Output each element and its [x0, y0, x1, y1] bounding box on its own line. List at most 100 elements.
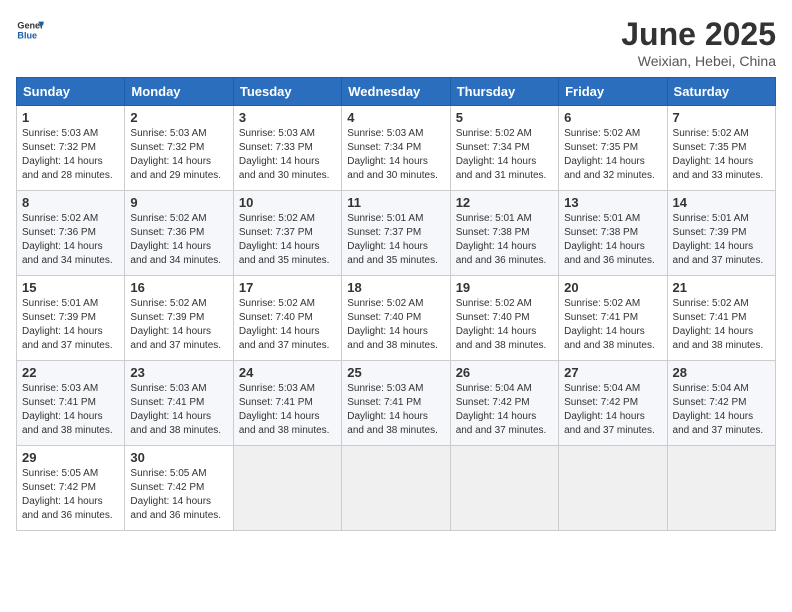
calendar-cell: 23Sunrise: 5:03 AMSunset: 7:41 PMDayligh…: [125, 361, 233, 446]
day-number: 1: [22, 110, 119, 125]
daylight-text-2: and and 38 minutes.: [239, 425, 330, 436]
day-number: 28: [673, 365, 770, 380]
day-number: 5: [456, 110, 553, 125]
daylight-text-1: Daylight: 14 hours: [347, 241, 428, 252]
day-info: Sunrise: 5:04 AMSunset: 7:42 PMDaylight:…: [456, 382, 553, 438]
calendar-cell: [233, 446, 341, 531]
daylight-text-2: and and 37 minutes.: [673, 425, 764, 436]
calendar-cell: [559, 446, 667, 531]
calendar-cell: 20Sunrise: 5:02 AMSunset: 7:41 PMDayligh…: [559, 276, 667, 361]
daylight-text-1: Daylight: 14 hours: [456, 326, 537, 337]
day-info: Sunrise: 5:05 AMSunset: 7:42 PMDaylight:…: [22, 467, 119, 523]
sunrise-text: Sunrise: 5:02 AM: [347, 298, 423, 309]
daylight-text-1: Daylight: 14 hours: [347, 411, 428, 422]
daylight-text-1: Daylight: 14 hours: [673, 411, 754, 422]
daylight-text-1: Daylight: 14 hours: [130, 496, 211, 507]
calendar-cell: 11 Sunrise: 5:01 AM Sunset: 7:37 PM Dayligh…: [342, 191, 450, 276]
sunrise-text: Sunrise: 5:03 AM: [347, 128, 423, 139]
daylight-text-2: and and 36 minutes.: [564, 255, 655, 266]
calendar-cell: 13 Sunrise: 5:01 AMSunset: 7:38 PMDayligh…: [559, 191, 667, 276]
day-info: Sunrise: 5:02 AMSunset: 7:35 PMDaylight:…: [564, 127, 661, 183]
daylight-text-1: Daylight: 14 hours: [22, 496, 103, 507]
day-number: 24: [239, 365, 336, 380]
sunrise-text: Sunrise: 5:02 AM: [22, 213, 98, 224]
sunset-text: Sunset: 7:40 PM: [456, 312, 530, 323]
sunrise-text: Sunrise: 5:02 AM: [673, 298, 749, 309]
daylight-text-2: and and 38 minutes.: [347, 340, 438, 351]
daylight-text-1: Daylight: 14 hours: [564, 411, 645, 422]
day-info: Sunrise: 5:02 AMSunset: 7:37 PMDaylight:…: [239, 212, 336, 268]
sunset-text: Sunset: 7:37 PM: [347, 227, 421, 238]
calendar-cell: 6 Sunrise: 5:02 AMSunset: 7:35 PMDaylight…: [559, 106, 667, 191]
day-number: 19: [456, 280, 553, 295]
day-info: Sunrise: 5:03 AM Sunset: 7:34 PM Daylight:…: [347, 127, 444, 183]
day-info: Sunrise: 5:02 AMSunset: 7:35 PMDaylight:…: [673, 127, 770, 183]
col-header-saturday: Saturday: [667, 78, 775, 106]
sunset-text: Sunset: 7:36 PM: [130, 227, 204, 238]
sunrise-text: Sunrise: 5:02 AM: [130, 298, 206, 309]
sunset-text: Sunset: 7:32 PM: [130, 142, 204, 153]
sunrise-text: Sunrise: 5:02 AM: [456, 128, 532, 139]
calendar-cell: 21 Sunrise: 5:02 AM Sunset: 7:41 PM Dayligh…: [667, 276, 775, 361]
sunrise-text: Sunrise: 5:02 AM: [673, 128, 749, 139]
sunset-text: Sunset: 7:41 PM: [347, 397, 421, 408]
sunrise-text: Sunrise: 5:01 AM: [22, 298, 98, 309]
sunset-text: Sunset: 7:41 PM: [239, 397, 313, 408]
daylight-text-2: and and 30 minutes.: [347, 170, 438, 181]
sunset-text: Sunset: 7:42 PM: [564, 397, 638, 408]
daylight-text-2: and and 37 minutes.: [239, 340, 330, 351]
sunset-text: Sunset: 7:35 PM: [673, 142, 747, 153]
calendar-cell: 5 Sunrise: 5:02 AMSunset: 7:34 PMDaylight…: [450, 106, 558, 191]
daylight-text-1: Daylight: 14 hours: [673, 326, 754, 337]
daylight-text-1: Daylight: 14 hours: [239, 156, 320, 167]
day-info: Sunrise: 5:05 AMSunset: 7:42 PMDaylight:…: [130, 467, 227, 523]
day-number: 13: [564, 195, 661, 210]
sunrise-text: Sunrise: 5:01 AM: [347, 213, 423, 224]
sunrise-text: Sunrise: 5:02 AM: [130, 213, 206, 224]
location-subtitle: Weixian, Hebei, China: [621, 53, 776, 69]
col-header-wednesday: Wednesday: [342, 78, 450, 106]
daylight-text-1: Daylight: 14 hours: [564, 156, 645, 167]
day-info: Sunrise: 5:02 AMSunset: 7:34 PMDaylight:…: [456, 127, 553, 183]
daylight-text-1: Daylight: 14 hours: [347, 156, 428, 167]
day-info: Sunrise: 5:02 AMSunset: 7:39 PMDaylight:…: [130, 297, 227, 353]
svg-text:Blue: Blue: [17, 30, 37, 40]
day-number: 6: [564, 110, 661, 125]
daylight-text-2: and and 38 minutes.: [564, 340, 655, 351]
day-number: 9: [130, 195, 227, 210]
calendar-cell: 28Sunrise: 5:04 AMSunset: 7:42 PMDayligh…: [667, 361, 775, 446]
sunrise-text: Sunrise: 5:01 AM: [456, 213, 532, 224]
daylight-text-1: Daylight: 14 hours: [456, 156, 537, 167]
sunrise-text: Sunrise: 5:04 AM: [456, 383, 532, 394]
calendar-cell: 3Sunrise: 5:03 AMSunset: 7:33 PMDaylight…: [233, 106, 341, 191]
day-number: 17: [239, 280, 336, 295]
daylight-text-1: Daylight: 14 hours: [130, 411, 211, 422]
sunset-text: Sunset: 7:34 PM: [347, 142, 421, 153]
day-info: Sunrise: 5:01 AMSunset: 7:38 PMDaylight:…: [564, 212, 661, 268]
week-row-5: 29Sunrise: 5:05 AMSunset: 7:42 PMDayligh…: [17, 446, 776, 531]
daylight-text-1: Daylight: 14 hours: [239, 411, 320, 422]
day-info: Sunrise: 5:02 AMSunset: 7:41 PMDaylight:…: [564, 297, 661, 353]
day-number: 26: [456, 365, 553, 380]
day-number: 21: [673, 280, 770, 295]
calendar-cell: [342, 446, 450, 531]
title-area: June 2025 Weixian, Hebei, China: [621, 16, 776, 69]
sunrise-text: Sunrise: 5:02 AM: [239, 213, 315, 224]
sunset-text: Sunset: 7:41 PM: [673, 312, 747, 323]
daylight-text-2: and and 38 minutes.: [130, 425, 221, 436]
day-number: 11: [347, 195, 444, 210]
sunrise-text: Sunrise: 5:04 AM: [673, 383, 749, 394]
daylight-text-2: and and 29 minutes.: [130, 170, 221, 181]
day-info: Sunrise: 5:02 AMSunset: 7:40 PMDaylight:…: [347, 297, 444, 353]
daylight-text-1: Daylight: 14 hours: [130, 241, 211, 252]
day-number: 25: [347, 365, 444, 380]
day-info: Sunrise: 5:03 AMSunset: 7:41 PMDaylight:…: [347, 382, 444, 438]
calendar-cell: 24Sunrise: 5:03 AMSunset: 7:41 PMDayligh…: [233, 361, 341, 446]
calendar-cell: 12Sunrise: 5:01 AMSunset: 7:38 PMDayligh…: [450, 191, 558, 276]
daylight-text-2: and and 34 minutes.: [22, 255, 113, 266]
sunset-text: Sunset: 7:41 PM: [564, 312, 638, 323]
day-info: Sunrise: 5:02 AM Sunset: 7:41 PM Daylight:…: [673, 297, 770, 353]
week-row-2: 8Sunrise: 5:02 AMSunset: 7:36 PMDaylight…: [17, 191, 776, 276]
sunset-text: Sunset: 7:42 PM: [456, 397, 530, 408]
daylight-text-2: and and 37 minutes.: [673, 255, 764, 266]
